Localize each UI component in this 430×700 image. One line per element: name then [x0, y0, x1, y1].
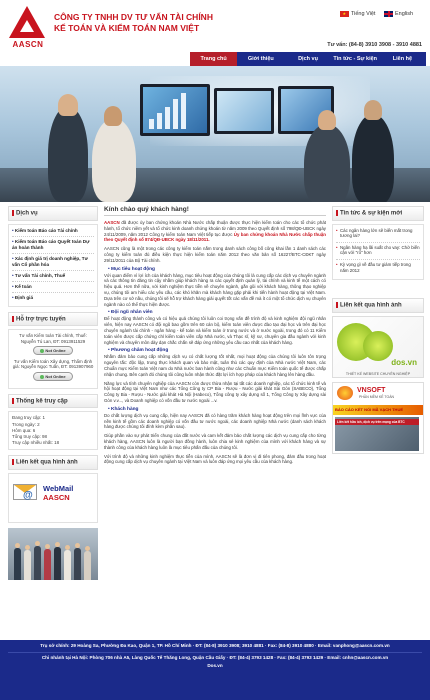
image-links-title: Liên kết qua hình ảnh — [8, 455, 98, 470]
service-link[interactable]: Kiểm toán Báo cáo Tài chính — [12, 226, 94, 237]
paragraph: Do chất lượng dịch vụ cung cấp, hiện nay… — [104, 412, 326, 430]
nav-contact[interactable]: Liên hệ — [379, 52, 426, 66]
section-heading: Khách hàng — [108, 407, 326, 412]
header: AASCN CÔNG TY TNHH DV TƯ VẤN TÀI CHÍNH K… — [0, 0, 430, 52]
hero-banner — [0, 66, 430, 202]
logo-text: AASCN — [12, 40, 44, 49]
paragraph: Với quan điểm vì lợi ích của khách hàng,… — [104, 272, 326, 307]
stat-max: Truy cập nhiều nhất: 18 — [12, 440, 60, 446]
stats-title: Thống kê truy cập — [8, 393, 98, 409]
news-list: Các ngân hàng lớn sẽ biến mất trong tươn… — [332, 223, 424, 281]
support-contact-1: Tư vấn Kiểm toán Tài chính, Thuế: Nguyễn… — [19, 333, 87, 344]
lang-english-link[interactable]: English — [384, 11, 413, 17]
support-contact-2: Tư vấn Kiểm toán Xây dựng, Thẩm định giá… — [12, 358, 94, 370]
welcome-title: Kính chào quý khách hàng! — [104, 206, 326, 216]
nav-services[interactable]: Dịch vụ — [284, 52, 331, 66]
service-link[interactable]: Tư vấn Tài chính, Thuế — [12, 271, 94, 282]
section-heading: Mục tiêu hoạt động — [108, 267, 326, 272]
footer-head-office: Trụ sở chính: 29 Hoàng Sa, Phường Đa Kao… — [40, 643, 390, 648]
footer-hanoi-branch: Chi nhánh tại Hà Nội: Phòng 706 nhà A5, … — [41, 654, 389, 660]
status-dot-icon — [40, 374, 45, 379]
news-title: Tin tức & sự kiện mới — [332, 206, 424, 221]
office-photo — [8, 527, 98, 580]
news-link[interactable]: Các ngân hàng lớn sẽ biến mất trong tươn… — [336, 226, 420, 243]
nav-home[interactable]: Trang chủ — [190, 52, 238, 66]
nav-about[interactable]: Giới thiệu — [237, 52, 284, 66]
paragraph: Giúp phần vào sự phát triển chung của đấ… — [104, 433, 326, 450]
business-person — [48, 106, 88, 202]
online-status-button[interactable]: Not Online — [33, 371, 73, 381]
news-link[interactable]: Kỳ vọng gì về đầu tư giám tiếp trong năm… — [336, 260, 420, 276]
visit-stats: Đang truy cập: 1 Trong ngày: 2 Hôm qua: … — [8, 411, 98, 451]
news-link[interactable]: Ngân hàng hạ lãi suất cho vay: Chờ biến … — [336, 243, 420, 260]
section-heading: Đội ngũ nhân viên — [108, 310, 326, 315]
left-sidebar: Dịch vụ Kiểm toán Báo cáo Tài chính Kiểm… — [8, 206, 98, 580]
intro-paragraph: AASCN đã được ủy ban chứng khoán Nhà Nướ… — [104, 220, 326, 243]
company-logo[interactable]: AASCN — [6, 6, 50, 50]
footer: Trụ sở chính: 29 Hoàng Sa, Phường Đa Kao… — [0, 640, 430, 700]
services-list: Kiểm toán Báo cáo Tài chính Kiểm toán Bá… — [8, 223, 98, 307]
section-heading: Phương châm hoạt động — [108, 348, 326, 353]
paragraph: Với trình độ và những kinh nghiệm thực t… — [104, 453, 326, 465]
hotline-phone: Tư vấn: (84-8) 3910 3908 - 3910 4881 — [327, 42, 422, 48]
main-nav: Trang chủ Giới thiệu Dịch vụ Tin tức - S… — [190, 52, 426, 66]
support-title: Hỗ trợ trực tuyến — [8, 311, 98, 327]
right-sidebar: Tin tức & sự kiện mới Các ngân hàng lớn … — [332, 206, 424, 458]
services-title: Dịch vụ — [8, 206, 98, 221]
paragraph: Để hoạt động thành công và có hiệu quả c… — [104, 316, 326, 345]
footer-credit-link[interactable]: Dos.vn — [8, 663, 422, 670]
nav-news[interactable]: Tin tức - Sự kiện — [332, 52, 379, 66]
lang-vietnamese-link[interactable]: Tiếng Việt — [340, 11, 375, 17]
image-links-title: Liên kết qua hình ảnh — [332, 298, 424, 313]
main-content: Kính chào quý khách hàng! AASCN đã được … — [104, 206, 326, 468]
service-link[interactable]: Kế toán — [12, 282, 94, 293]
service-link[interactable]: Định giá — [12, 293, 94, 303]
paragraph: AASCN cũng là một trong các công ty kiểm… — [104, 246, 326, 263]
dos-vn-banner[interactable]: dos.vn THIẾT KẾ WEBSITE CHUYÊN NGHIỆP — [332, 315, 424, 378]
service-link[interactable]: Kiểm toán Báo cáo Quyết toán Dự án hoàn … — [12, 237, 94, 254]
vnsoft-logo-icon — [337, 385, 353, 400]
paragraph: Năng lực và tính chuyên nghiệp của AASCN… — [104, 380, 326, 403]
vnsoft-banner[interactable]: VNSOFT PHẦN MỀM KẾ TOÁN BÁO CÁO KẾT NỐI … — [332, 381, 424, 454]
service-link[interactable]: Xác định giá trị doanh nghiệp, Tư vấn Cổ… — [12, 254, 94, 271]
company-name: CÔNG TY TNHH DV TƯ VẤN TÀI CHÍNH KẾ TOÁN… — [54, 12, 213, 33]
online-status-button[interactable]: Not Online — [33, 345, 73, 355]
online-support: Tư vấn Kiểm toán Tài chính, Thuế: Nguyễn… — [8, 329, 98, 389]
uk-flag-icon — [384, 11, 393, 17]
webmail-link[interactable]: @ WebMail AASCN — [8, 472, 98, 523]
status-dot-icon — [40, 348, 45, 353]
paragraph: Nhằm đảm bảo cung cấp những dịch vụ có c… — [104, 354, 326, 377]
vietnam-flag-icon — [340, 11, 349, 17]
at-sign-icon: @ — [23, 489, 33, 501]
monitor-image — [140, 84, 210, 136]
